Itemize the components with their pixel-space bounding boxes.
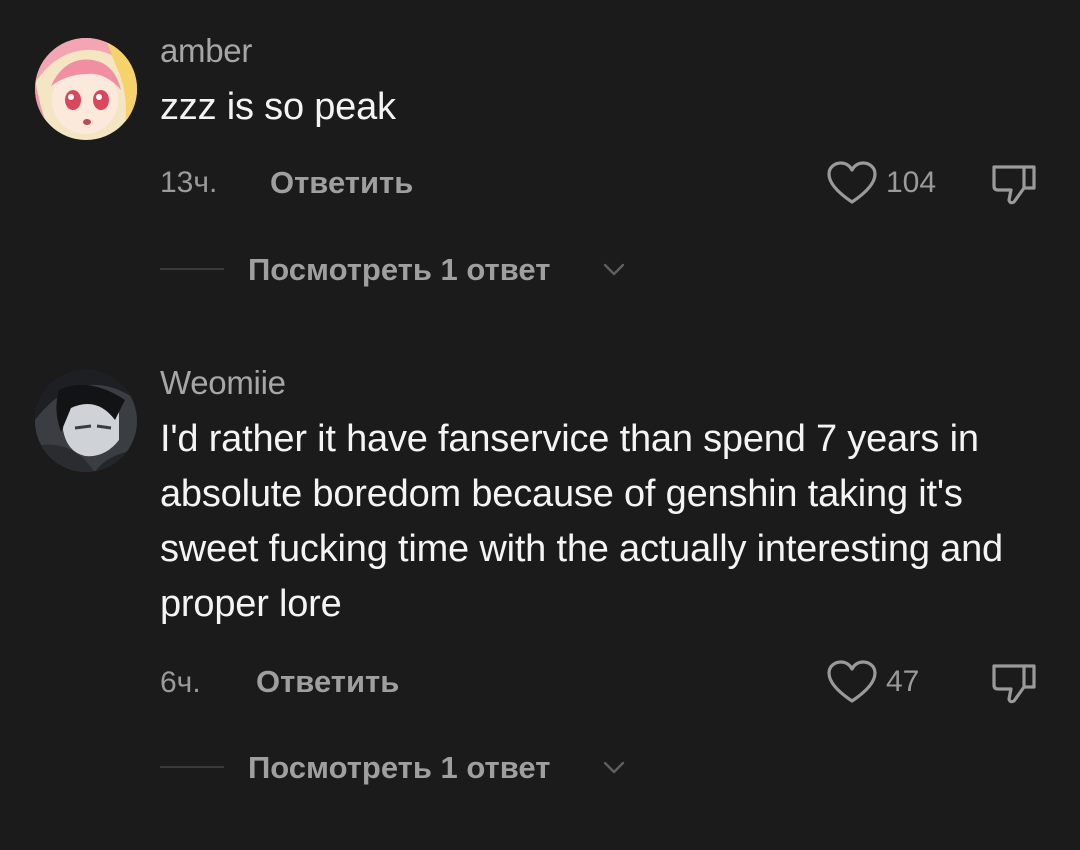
avatar[interactable] xyxy=(35,38,137,140)
thumbs-down-icon xyxy=(992,664,1036,704)
like-button[interactable] xyxy=(826,160,878,206)
heart-outline-icon xyxy=(827,660,877,703)
chevron-down-icon xyxy=(603,263,625,276)
reply-button[interactable]: Ответить xyxy=(270,165,413,201)
heart-outline-icon xyxy=(827,161,877,204)
like-button[interactable] xyxy=(826,659,878,705)
comment-time: 6ч. xyxy=(160,666,201,699)
like-count: 104 xyxy=(886,166,937,199)
view-replies-button[interactable]: Посмотреть 1 ответ xyxy=(248,252,550,288)
chevron-down-icon xyxy=(603,761,625,774)
view-replies-chevron[interactable] xyxy=(602,760,626,776)
avatar[interactable] xyxy=(35,370,137,472)
reply-button[interactable]: Ответить xyxy=(256,664,399,700)
view-replies-chevron[interactable] xyxy=(602,262,626,278)
comment-time: 13ч. xyxy=(160,166,218,199)
anime-girl-avatar-icon xyxy=(35,38,137,140)
view-replies-button[interactable]: Посмотреть 1 ответ xyxy=(248,750,550,786)
replies-divider xyxy=(160,268,224,270)
like-count: 47 xyxy=(886,665,920,698)
dark-anime-boy-avatar-icon xyxy=(35,370,137,472)
dislike-button[interactable] xyxy=(990,661,1038,707)
comment-text: I'd rather it have fanservice than spend… xyxy=(160,418,1003,625)
comment-text: zzz is so peak xyxy=(160,86,396,128)
replies-divider xyxy=(160,766,224,768)
comment-author[interactable]: amber xyxy=(160,32,252,70)
comment-author[interactable]: Weomiie xyxy=(160,364,286,402)
thumbs-down-icon xyxy=(992,165,1036,205)
dislike-button[interactable] xyxy=(990,162,1038,208)
